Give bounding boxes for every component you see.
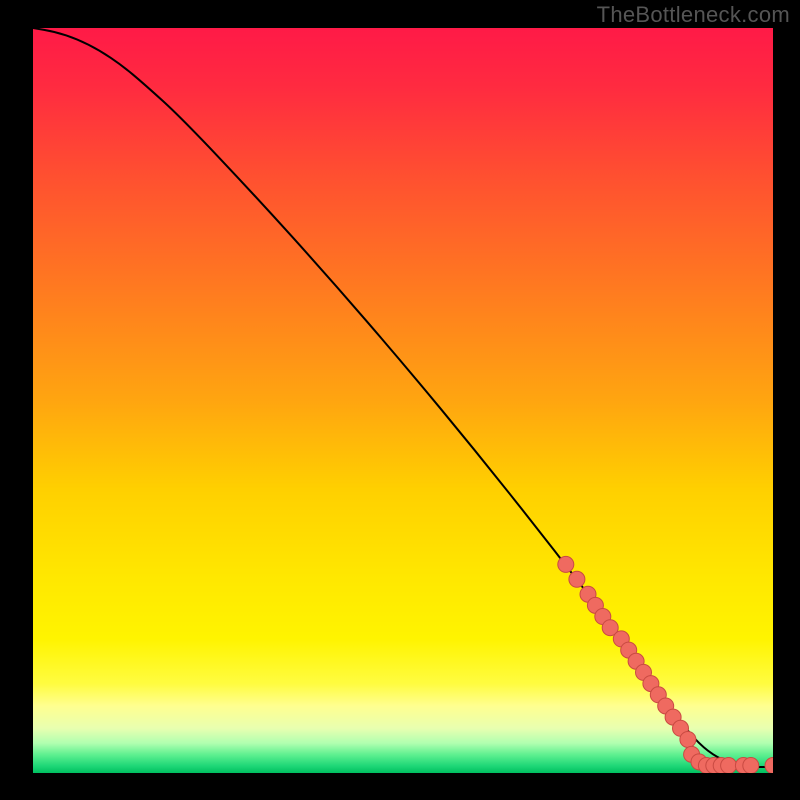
chart-frame: TheBottleneck.com [0,0,800,800]
plot-area [33,28,773,773]
gradient-background [33,28,773,773]
chart-svg [33,28,773,773]
data-marker [721,758,737,773]
data-marker [743,758,759,773]
data-marker [558,556,574,572]
data-marker [569,571,585,587]
attribution-label: TheBottleneck.com [597,2,790,28]
data-marker [680,731,696,747]
